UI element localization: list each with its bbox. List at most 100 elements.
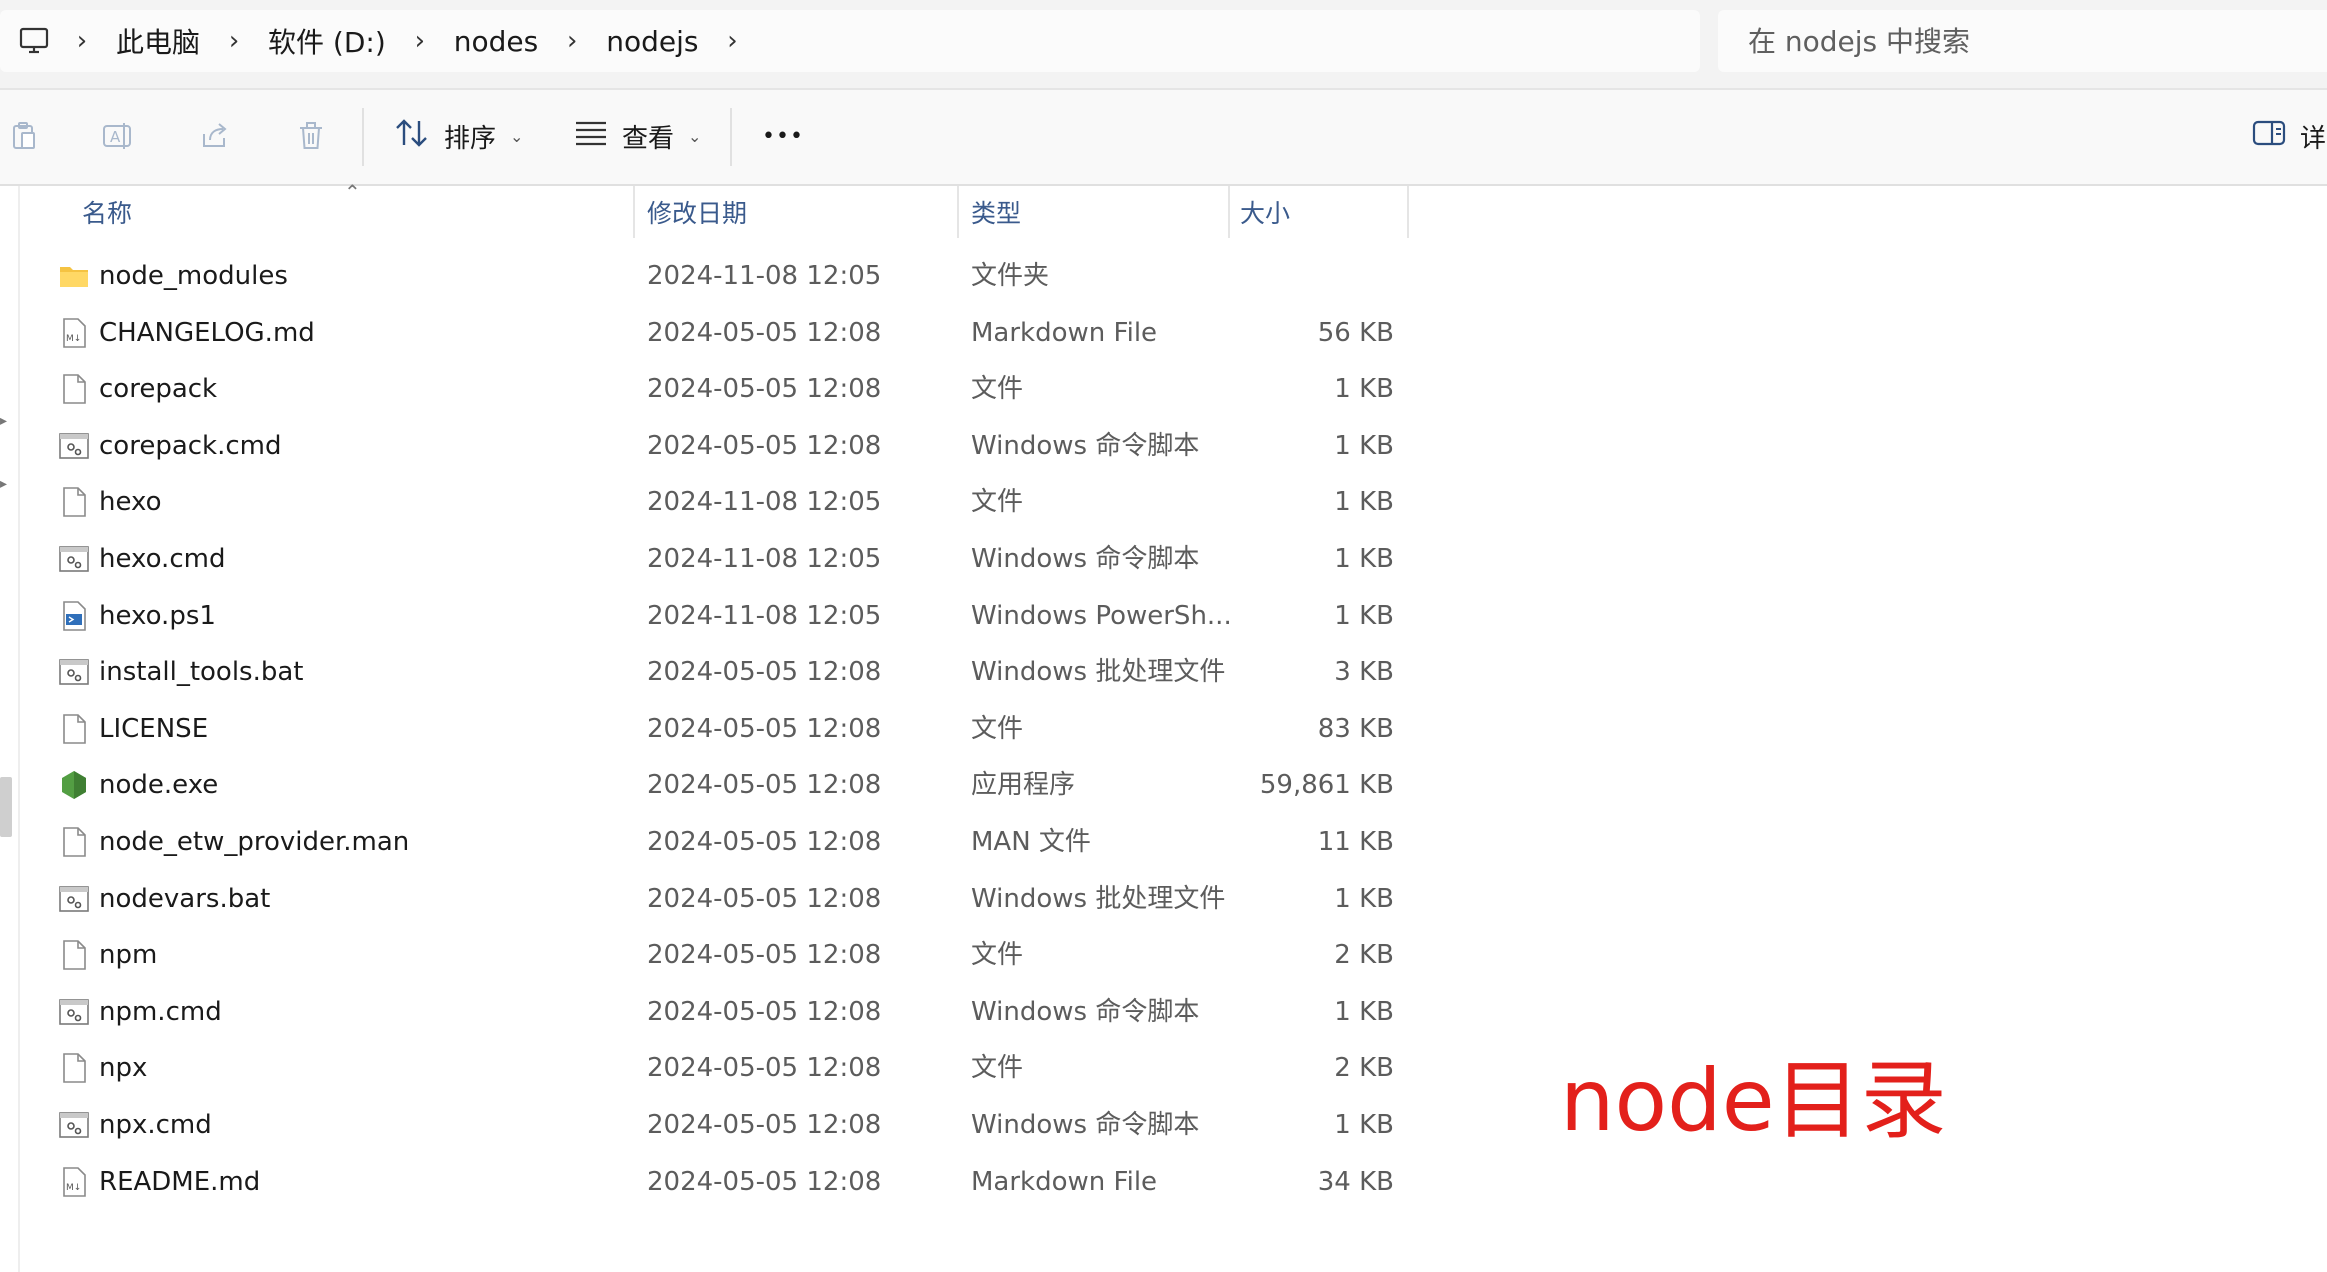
view-button[interactable]: 查看 ⌄ bbox=[574, 112, 701, 160]
file-type: Windows 命令脚本 bbox=[971, 544, 1200, 574]
delete-icon[interactable] bbox=[289, 114, 333, 158]
file-name: README.md bbox=[99, 1166, 261, 1197]
file-row[interactable]: hexo.cmd 2024-11-08 12:05 Windows 命令脚本 1 KB bbox=[0, 531, 1410, 587]
chevron-right-icon[interactable]: › bbox=[704, 26, 760, 56]
file-row[interactable]: node_modules 2024-11-08 12:05 文件夹 bbox=[0, 248, 1410, 304]
file-date: 2024-05-05 12:08 bbox=[647, 770, 882, 801]
file-type: 文件 bbox=[971, 487, 1024, 518]
file-name: npm bbox=[99, 940, 158, 971]
file-row[interactable]: corepack.cmd 2024-05-05 12:08 Windows 命令脚本… bbox=[0, 418, 1410, 474]
file-row[interactable]: M↓ README.md 2024-05-05 12:08 Markdown File… bbox=[0, 1154, 1410, 1210]
share-icon[interactable] bbox=[193, 114, 237, 158]
toolbar-separator bbox=[362, 108, 364, 166]
file-row[interactable]: npx.cmd 2024-05-05 12:08 Windows 命令脚本 1 KB bbox=[0, 1097, 1410, 1153]
file-row[interactable]: npm 2024-05-05 12:08 文件 2 KB bbox=[0, 927, 1410, 983]
list-view-icon bbox=[574, 119, 608, 154]
search-box[interactable] bbox=[1718, 10, 2327, 72]
markdown-file-icon: M↓ bbox=[58, 317, 90, 349]
file-type: Windows 批处理文件 bbox=[971, 657, 1226, 688]
sort-label: 排序 bbox=[444, 123, 497, 154]
this-pc-icon[interactable] bbox=[14, 21, 54, 61]
breadcrumb-nodes[interactable]: nodes bbox=[448, 25, 544, 58]
file-size: 1 KB bbox=[1334, 544, 1394, 574]
column-header-type[interactable]: 类型 bbox=[971, 186, 1021, 238]
file-row[interactable]: npm.cmd 2024-05-05 12:08 Windows 命令脚本 1 KB bbox=[0, 984, 1410, 1040]
file-type: Markdown File bbox=[971, 317, 1158, 348]
script-file-icon bbox=[58, 996, 90, 1028]
powershell-file-icon bbox=[58, 600, 90, 632]
breadcrumb-this-pc[interactable]: 此电脑 bbox=[110, 21, 206, 61]
column-header-name[interactable]: 名称 bbox=[82, 186, 132, 238]
chevron-right-icon[interactable]: › bbox=[54, 26, 110, 56]
script-file-icon bbox=[58, 883, 90, 915]
column-separator[interactable] bbox=[957, 186, 959, 238]
chevron-down-icon: ⌄ bbox=[510, 126, 524, 146]
file-date: 2024-05-05 12:08 bbox=[647, 1053, 882, 1084]
file-date: 2024-11-08 12:05 bbox=[647, 544, 882, 574]
file-size: 1 KB bbox=[1334, 430, 1394, 461]
chevron-right-icon[interactable]: › bbox=[544, 26, 600, 56]
file-row[interactable]: hexo 2024-11-08 12:05 文件 1 KB bbox=[0, 474, 1410, 530]
file-row[interactable]: node_etw_provider.man 2024-05-05 12:08 MAN… bbox=[0, 814, 1410, 870]
file-row[interactable]: hexo.ps1 2024-11-08 12:05 Windows PowerSh.… bbox=[0, 588, 1410, 644]
file-size: 1 KB bbox=[1334, 1110, 1394, 1140]
file-row[interactable]: install_tools.bat 2024-05-05 12:08 Windows… bbox=[0, 644, 1410, 700]
column-separator[interactable] bbox=[1407, 186, 1409, 238]
details-pane-button[interactable]: 详 bbox=[2252, 112, 2326, 160]
file-row[interactable]: npx 2024-05-05 12:08 文件 2 KB bbox=[0, 1040, 1410, 1096]
file-size: 83 KB bbox=[1317, 713, 1394, 744]
file-name: CHANGELOG.md bbox=[99, 317, 315, 348]
file-type: Windows 批处理文件 bbox=[971, 883, 1226, 914]
file-name: hexo.ps1 bbox=[99, 600, 216, 631]
file-type: Windows 命令脚本 bbox=[971, 996, 1200, 1027]
file-date: 2024-11-08 12:05 bbox=[647, 600, 882, 631]
file-type: Markdown File bbox=[971, 1166, 1158, 1197]
file-row[interactable]: corepack 2024-05-05 12:08 文件 1 KB bbox=[0, 361, 1410, 417]
file-name: hexo bbox=[99, 487, 162, 518]
file-row[interactable]: nodevars.bat 2024-05-05 12:08 Windows 批处理文… bbox=[0, 871, 1410, 927]
address-bar[interactable]: › 此电脑 › 软件 (D:) › nodes › nodejs › bbox=[0, 10, 1700, 72]
file-size: 1 KB bbox=[1334, 600, 1394, 631]
file-date: 2024-05-05 12:08 bbox=[647, 1110, 882, 1140]
file-date: 2024-05-05 12:08 bbox=[647, 1166, 882, 1197]
file-name: npm.cmd bbox=[99, 996, 222, 1027]
file-name: node_etw_provider.man bbox=[99, 827, 410, 857]
file-row[interactable]: node.exe 2024-05-05 12:08 应用程序 59,861 KB bbox=[0, 757, 1410, 813]
more-options-button[interactable]: ••• bbox=[762, 112, 804, 160]
nodejs-icon bbox=[58, 769, 90, 801]
details-label: 详 bbox=[2300, 123, 2327, 154]
file-name: node_modules bbox=[99, 261, 288, 291]
column-separator[interactable] bbox=[1228, 186, 1230, 238]
sort-button[interactable]: 排序 ⌄ bbox=[394, 112, 523, 160]
chevron-right-icon[interactable]: › bbox=[206, 26, 262, 56]
file-date: 2024-05-05 12:08 bbox=[647, 430, 882, 461]
svg-text:A: A bbox=[110, 128, 121, 146]
search-input[interactable] bbox=[1746, 23, 2310, 59]
svg-text:M↓: M↓ bbox=[66, 334, 81, 344]
file-date: 2024-05-05 12:08 bbox=[647, 657, 882, 688]
file-size: 1 KB bbox=[1334, 487, 1394, 518]
file-size: 34 KB bbox=[1317, 1166, 1394, 1197]
file-type: MAN 文件 bbox=[971, 827, 1091, 857]
file-type: 文件夹 bbox=[971, 261, 1050, 291]
file-name: node.exe bbox=[99, 770, 219, 801]
file-type: Windows 命令脚本 bbox=[971, 1110, 1200, 1140]
column-header-date[interactable]: 修改日期 bbox=[647, 186, 747, 238]
column-separator[interactable] bbox=[633, 186, 635, 238]
file-row[interactable]: M↓ CHANGELOG.md 2024-05-05 12:08 Markdown F… bbox=[0, 305, 1410, 361]
file-name: corepack bbox=[99, 374, 218, 405]
file-date: 2024-05-05 12:08 bbox=[647, 713, 882, 744]
rename-icon[interactable]: A bbox=[96, 114, 140, 158]
file-type: 应用程序 bbox=[971, 770, 1076, 801]
paste-icon[interactable] bbox=[2, 114, 46, 158]
column-header-size[interactable]: 大小 bbox=[1240, 186, 1290, 238]
file-type: Windows 命令脚本 bbox=[971, 430, 1200, 461]
file-row[interactable]: LICENSE 2024-05-05 12:08 文件 83 KB bbox=[0, 701, 1410, 757]
breadcrumb-nodejs[interactable]: nodejs bbox=[600, 25, 704, 58]
breadcrumb-drive-d[interactable]: 软件 (D:) bbox=[262, 21, 392, 61]
file-date: 2024-05-05 12:08 bbox=[647, 317, 882, 348]
folder-icon bbox=[58, 260, 90, 292]
file-size: 1 KB bbox=[1334, 883, 1394, 914]
file-size: 2 KB bbox=[1334, 940, 1394, 971]
chevron-right-icon[interactable]: › bbox=[392, 26, 448, 56]
